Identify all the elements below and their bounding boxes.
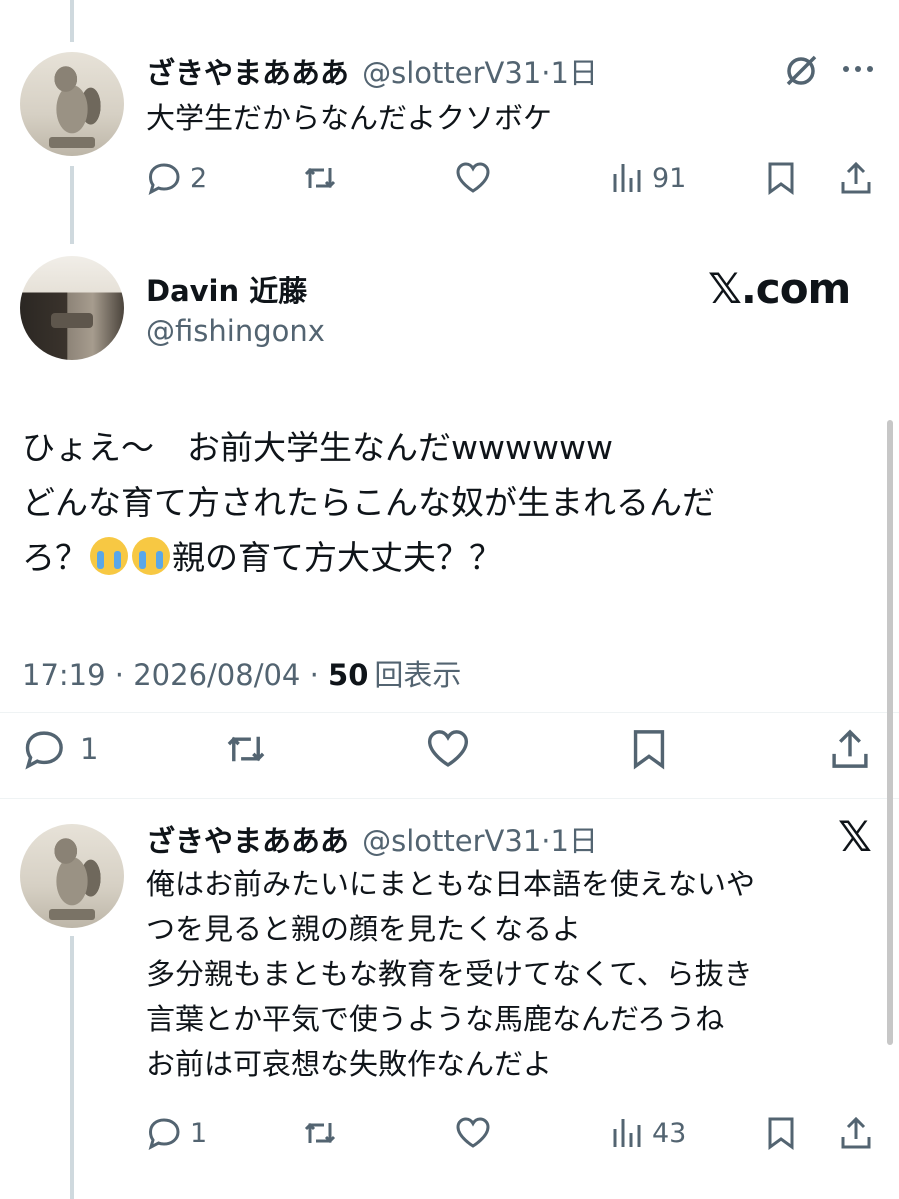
timestamp[interactable]: 17:19 · 2026/08/04 · (22, 658, 328, 692)
retweet-button[interactable] (301, 160, 339, 196)
divider (0, 798, 899, 799)
bookmark-icon (633, 730, 665, 770)
retweet-icon (304, 1122, 336, 1144)
views-label: 回表示 (374, 658, 462, 692)
author-handle[interactable]: @fishingonx (146, 314, 325, 348)
like-button[interactable] (454, 1115, 492, 1151)
crying-emoji (132, 537, 170, 575)
share-button[interactable] (838, 160, 874, 196)
tweet-text: ひょえ〜 お前大学生なんだwwwwww どんな育て方されたらこんな奴が生まれるん… (22, 420, 715, 585)
views-count: 43 (652, 1117, 687, 1149)
tweet-line-3-start: ろ？ (22, 538, 88, 577)
like-icon (427, 730, 469, 767)
author-handle[interactable]: @slotterV31 (362, 56, 541, 90)
share-icon (832, 729, 868, 768)
reply-count: 1 (190, 1117, 208, 1149)
retweet-icon (304, 167, 336, 189)
views-count: 91 (652, 162, 687, 194)
divider (0, 712, 899, 713)
share-button[interactable] (828, 727, 872, 771)
like-icon (456, 162, 490, 193)
share-icon (841, 1116, 871, 1149)
views-button[interactable]: 91 (610, 160, 686, 196)
reply-button[interactable]: 1 (146, 1115, 207, 1151)
author-name[interactable]: ざきやまあああ (146, 824, 349, 858)
post-time[interactable]: 1日 (550, 824, 597, 858)
tweet-line-3-end: 親の育て方大丈夫？？ (172, 538, 502, 577)
like-icon (456, 1117, 490, 1148)
reply-icon (22, 727, 66, 771)
crying-emoji (90, 537, 128, 575)
bookmark-button[interactable] (764, 160, 798, 196)
bookmark-icon (768, 1117, 794, 1150)
reply-button[interactable]: 2 (146, 160, 207, 196)
tweet-meta: 17:19 · 2026/08/04 · 50 回表示 (22, 652, 461, 694)
avatar[interactable] (20, 256, 124, 360)
tweet-text: 俺はお前みたいにまともな日本語を使えないや つを見ると親の顔を見たくなるよ 多分… (146, 867, 756, 1081)
author-name[interactable]: Davin 近藤 (146, 268, 307, 310)
reply-icon (146, 160, 182, 196)
reply-icon (146, 1115, 182, 1151)
author-name[interactable]: ざきやまあああ (146, 56, 349, 90)
x-logo-icon: 𝕏 (838, 812, 872, 861)
share-icon (841, 161, 871, 194)
like-button[interactable] (424, 727, 472, 771)
tweet-text: 大学生だからなんだよクソボケ (146, 101, 553, 135)
like-button[interactable] (454, 160, 492, 196)
reply-count: 2 (190, 162, 208, 194)
more-icon[interactable] (838, 54, 878, 88)
bookmark-button[interactable] (764, 1115, 798, 1151)
views-icon (610, 160, 644, 196)
thread-line-top (70, 0, 74, 42)
tweet-line-3: ろ？ 親の育て方大丈夫？？ (22, 530, 715, 585)
views-button[interactable]: 43 (610, 1115, 686, 1151)
tweet-line-2: どんな育て方されたらこんな奴が生まれるんだ (22, 483, 715, 522)
thread-line-reply2 (70, 936, 74, 1199)
avatar[interactable] (20, 824, 124, 928)
retweet-icon (227, 736, 265, 762)
scrollbar[interactable] (887, 420, 893, 1045)
post-time[interactable]: 1日 (550, 56, 597, 90)
retweet-button[interactable] (222, 727, 270, 771)
bookmark-button[interactable] (628, 727, 670, 771)
views-icon (610, 1115, 644, 1151)
retweet-button[interactable] (301, 1115, 339, 1151)
reply-count: 1 (80, 732, 99, 766)
thread-line-reply1 (70, 166, 74, 244)
reply-button[interactable]: 1 (22, 727, 98, 771)
views-count: 50 (328, 658, 369, 692)
tweet-line-1: ひょえ〜 お前大学生なんだwwwwww (22, 428, 613, 467)
author-handle[interactable]: @slotterV31 (362, 824, 541, 858)
share-button[interactable] (838, 1115, 874, 1151)
x-com-watermark: 𝕏.com (708, 264, 851, 313)
avatar[interactable] (20, 52, 124, 156)
grok-icon[interactable] (782, 52, 820, 94)
bookmark-icon (768, 162, 794, 195)
